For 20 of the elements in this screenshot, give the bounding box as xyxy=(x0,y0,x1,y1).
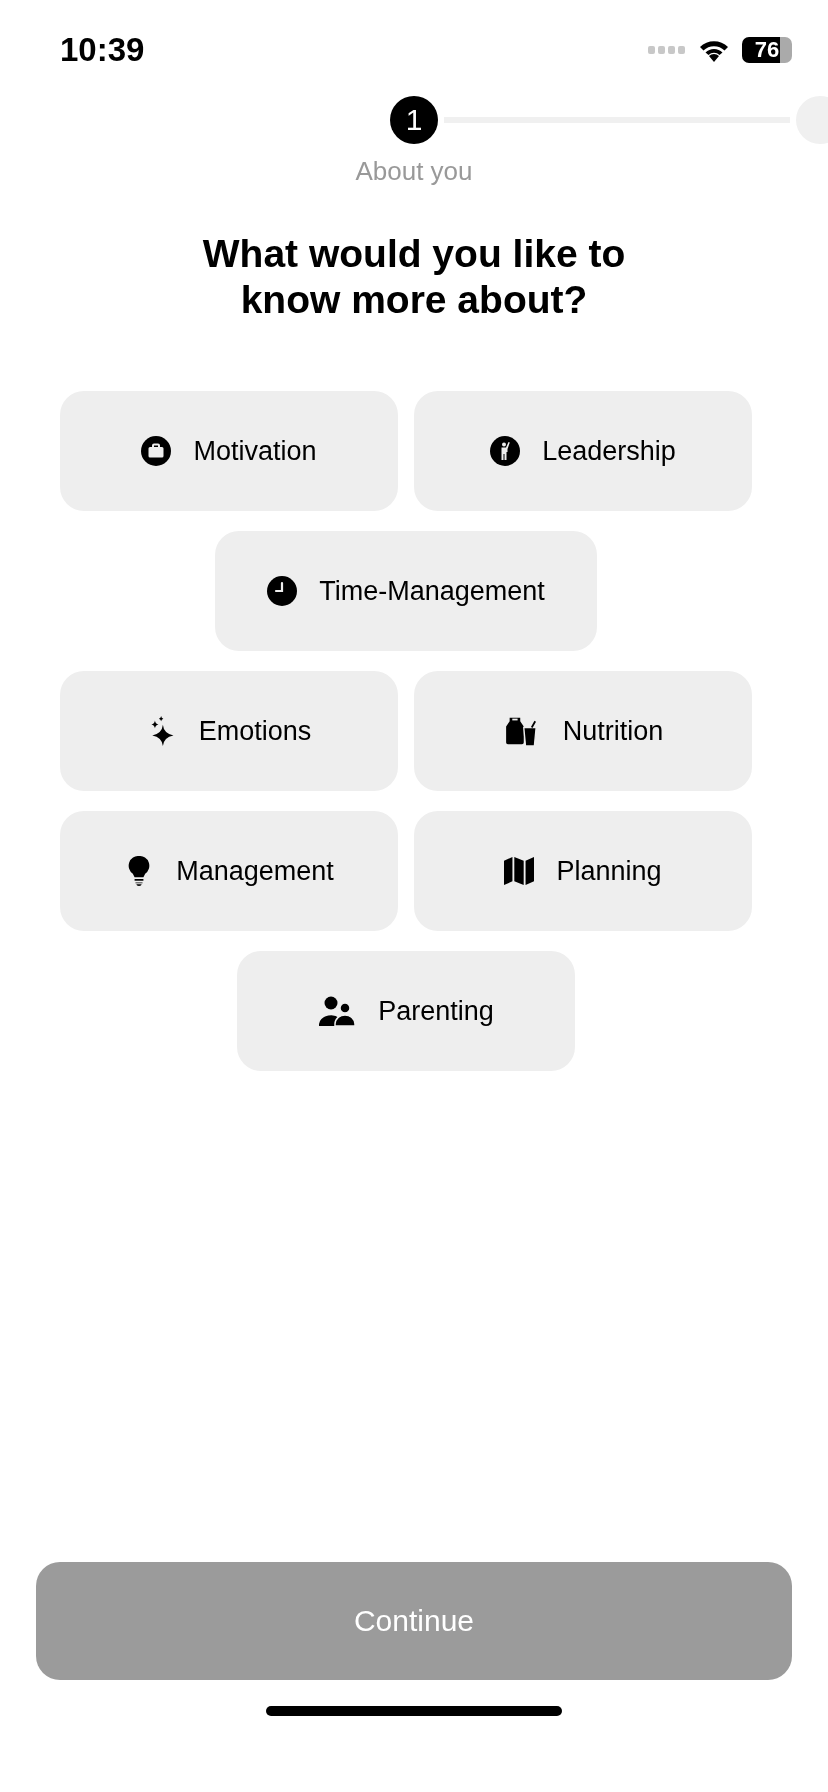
signal-icon xyxy=(648,44,686,56)
topic-chip[interactable]: Motivation xyxy=(60,391,398,511)
step-caption: About you xyxy=(355,156,473,187)
question-title: What would you like to know more about? xyxy=(201,231,627,323)
person-waving-icon xyxy=(490,436,521,466)
topic-chip[interactable]: Emotions xyxy=(60,671,398,791)
map-icon xyxy=(504,856,535,886)
topic-chip[interactable]: Leadership xyxy=(414,391,752,511)
status-time: 10:39 xyxy=(60,31,145,69)
people-icon xyxy=(318,996,357,1026)
wifi-icon xyxy=(698,38,730,62)
bag-icon xyxy=(141,436,172,466)
topic-chip[interactable]: Planning xyxy=(414,811,752,931)
topic-chip[interactable]: Management xyxy=(60,811,398,931)
topic-chip[interactable]: Parenting xyxy=(237,951,575,1071)
topic-chip[interactable]: Time-Management xyxy=(215,531,597,651)
clock-icon xyxy=(267,576,298,606)
battery-icon: 76 xyxy=(742,37,792,63)
topic-chip[interactable]: Nutrition xyxy=(414,671,752,791)
step-indicator: 1 xyxy=(390,96,438,144)
